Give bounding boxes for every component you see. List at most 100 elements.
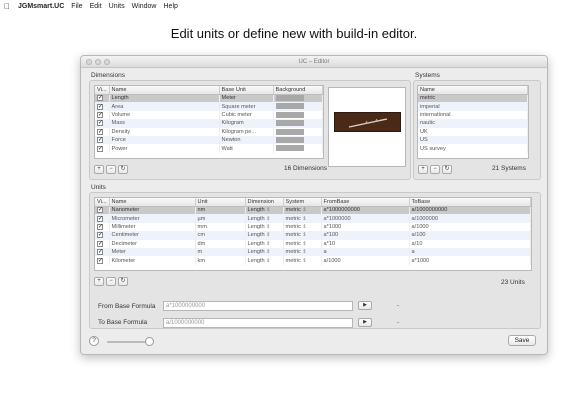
background-swatch[interactable]	[275, 103, 304, 110]
column-header[interactable]: FromBase	[321, 198, 410, 207]
visible-checkbox[interactable]: ✓	[97, 240, 103, 247]
background-swatch[interactable]	[275, 111, 304, 118]
add-system-button[interactable]: +	[418, 165, 428, 174]
dimensions-table[interactable]: Vi... Name Base Unit Background ✓ Length M…	[94, 85, 324, 159]
remove-unit-button[interactable]: −	[106, 277, 116, 286]
column-header[interactable]: ToBase	[409, 198, 531, 207]
help-button[interactable]: ?	[89, 336, 99, 346]
from-base-formula-field[interactable]: a*1000000000	[163, 301, 353, 311]
table-row[interactable]: ✓ Decimeter dm Length ⇕ metric ⇕ a*10 a/10	[95, 239, 531, 248]
dropdown-arrows-icon[interactable]: ⇕	[302, 232, 306, 238]
table-row[interactable]: ✓ Mass Kilogram	[95, 119, 323, 128]
table-row[interactable]: international	[418, 110, 528, 120]
unit-from-base[interactable]: a*100	[321, 231, 410, 240]
unit-from-base[interactable]: a*10	[321, 239, 410, 248]
refresh-dimension-button[interactable]: ↻	[118, 165, 128, 174]
table-row[interactable]: imperial	[418, 102, 528, 111]
unit-to-base[interactable]: a/1000000	[409, 214, 531, 223]
unit-from-base[interactable]: a*1000000	[321, 214, 410, 223]
unit-dimension[interactable]: Length	[248, 258, 265, 264]
column-header[interactable]: Name	[418, 86, 528, 95]
add-unit-button[interactable]: +	[94, 277, 104, 286]
zoom-button[interactable]	[104, 59, 110, 65]
window-titlebar[interactable]: UC – Editor	[81, 56, 547, 68]
background-swatch[interactable]	[275, 128, 304, 135]
menu-help[interactable]: Help	[164, 3, 178, 10]
unit-to-base[interactable]: a/100	[409, 231, 531, 240]
unit-to-base[interactable]: a*1000	[409, 256, 531, 265]
dropdown-arrows-icon[interactable]: ⇕	[266, 216, 270, 222]
unit-dimension[interactable]: Length	[248, 207, 265, 213]
unit-dimension[interactable]: Length	[248, 232, 265, 238]
menu-app-name[interactable]: JGMsmart.UC	[18, 3, 64, 10]
table-row[interactable]: ✓ Volume Cubic meter	[95, 110, 323, 120]
to-base-play-button[interactable]: ▶	[358, 318, 372, 327]
unit-dimension[interactable]: Length	[248, 224, 265, 230]
dropdown-arrows-icon[interactable]: ⇕	[302, 224, 306, 230]
table-row[interactable]: metric	[418, 94, 528, 103]
save-button[interactable]: Save	[508, 335, 536, 346]
systems-table[interactable]: Name metric imperial international nauti…	[417, 85, 529, 159]
unit-system[interactable]: metric	[286, 241, 301, 247]
dropdown-arrows-icon[interactable]: ⇕	[266, 224, 270, 230]
visible-checkbox[interactable]: ✓	[97, 232, 103, 239]
table-row[interactable]: US survey	[418, 144, 528, 153]
unit-from-base[interactable]: a	[321, 247, 410, 257]
unit-system[interactable]: metric	[286, 232, 301, 238]
column-header[interactable]: System	[283, 198, 322, 207]
visible-checkbox[interactable]: ✓	[97, 111, 103, 118]
from-base-play-button[interactable]: ▶	[358, 301, 372, 310]
column-header[interactable]: Unit	[195, 198, 246, 207]
background-swatch[interactable]	[275, 136, 304, 143]
dropdown-arrows-icon[interactable]: ⇕	[266, 241, 270, 247]
apple-icon[interactable]: 	[4, 2, 10, 11]
table-row[interactable]: ✓ Kilometer km Length ⇕ metric ⇕ a/1000 a*1000	[95, 256, 531, 265]
close-button[interactable]	[86, 59, 92, 65]
unit-to-base[interactable]: a	[409, 247, 531, 257]
unit-dimension[interactable]: Length	[248, 216, 265, 222]
visible-checkbox[interactable]: ✓	[97, 145, 103, 152]
unit-dimension[interactable]: Length	[248, 249, 265, 255]
dropdown-arrows-icon[interactable]: ⇕	[266, 207, 270, 213]
unit-system[interactable]: metric	[286, 258, 301, 264]
dropdown-arrows-icon[interactable]: ⇕	[266, 249, 270, 255]
column-header[interactable]: Name	[109, 198, 196, 207]
table-row[interactable]: ✓ Density Kilogram pe...	[95, 127, 323, 136]
table-row[interactable]: ✓ Length Meter	[95, 94, 323, 103]
add-dimension-button[interactable]: +	[94, 165, 104, 174]
background-swatch[interactable]	[275, 95, 304, 102]
visible-checkbox[interactable]: ✓	[97, 120, 103, 127]
unit-from-base[interactable]: a*1000	[321, 222, 410, 232]
dropdown-arrows-icon[interactable]: ⇕	[266, 258, 270, 264]
to-base-formula-field[interactable]: a/1000000000	[163, 318, 353, 328]
dropdown-arrows-icon[interactable]: ⇕	[266, 232, 270, 238]
visible-checkbox[interactable]: ✓	[97, 128, 103, 135]
unit-system[interactable]: metric	[286, 224, 301, 230]
visible-checkbox[interactable]: ✓	[97, 137, 103, 144]
table-row[interactable]: ✓ Force Newton	[95, 135, 323, 145]
unit-to-base[interactable]: a/10	[409, 239, 531, 248]
unit-to-base[interactable]: a/1000	[409, 222, 531, 232]
minimize-button[interactable]	[95, 59, 101, 65]
menu-window[interactable]: Window	[132, 3, 157, 10]
dropdown-arrows-icon[interactable]: ⇕	[302, 258, 306, 264]
table-row[interactable]: ✓ Area Square meter	[95, 102, 323, 111]
unit-from-base[interactable]: a*1000000000	[321, 206, 410, 215]
remove-dimension-button[interactable]: −	[106, 165, 116, 174]
column-header[interactable]: Vi...	[95, 198, 110, 207]
table-row[interactable]: UK	[418, 127, 528, 136]
table-row[interactable]: ✓ Power Watt	[95, 144, 323, 153]
visible-checkbox[interactable]: ✓	[97, 207, 103, 214]
unit-to-base[interactable]: a/1000000000	[409, 206, 531, 215]
unit-from-base[interactable]: a/1000	[321, 256, 410, 265]
unit-system[interactable]: metric	[286, 207, 301, 213]
table-row[interactable]: ✓ Millimeter mm Length ⇕ metric ⇕ a*1000 a/100…	[95, 222, 531, 232]
visible-checkbox[interactable]: ✓	[97, 223, 103, 230]
visible-checkbox[interactable]: ✓	[97, 215, 103, 222]
unit-dimension[interactable]: Length	[248, 241, 265, 247]
table-row[interactable]: ✓ Meter m Length ⇕ metric ⇕ a a	[95, 247, 531, 257]
column-header[interactable]: Vi...	[95, 86, 110, 95]
table-row[interactable]: ✓ Nanometer nm Length ⇕ metric ⇕ a*1000000000…	[95, 206, 531, 215]
background-swatch[interactable]	[275, 145, 304, 152]
table-row[interactable]: nautic	[418, 119, 528, 128]
